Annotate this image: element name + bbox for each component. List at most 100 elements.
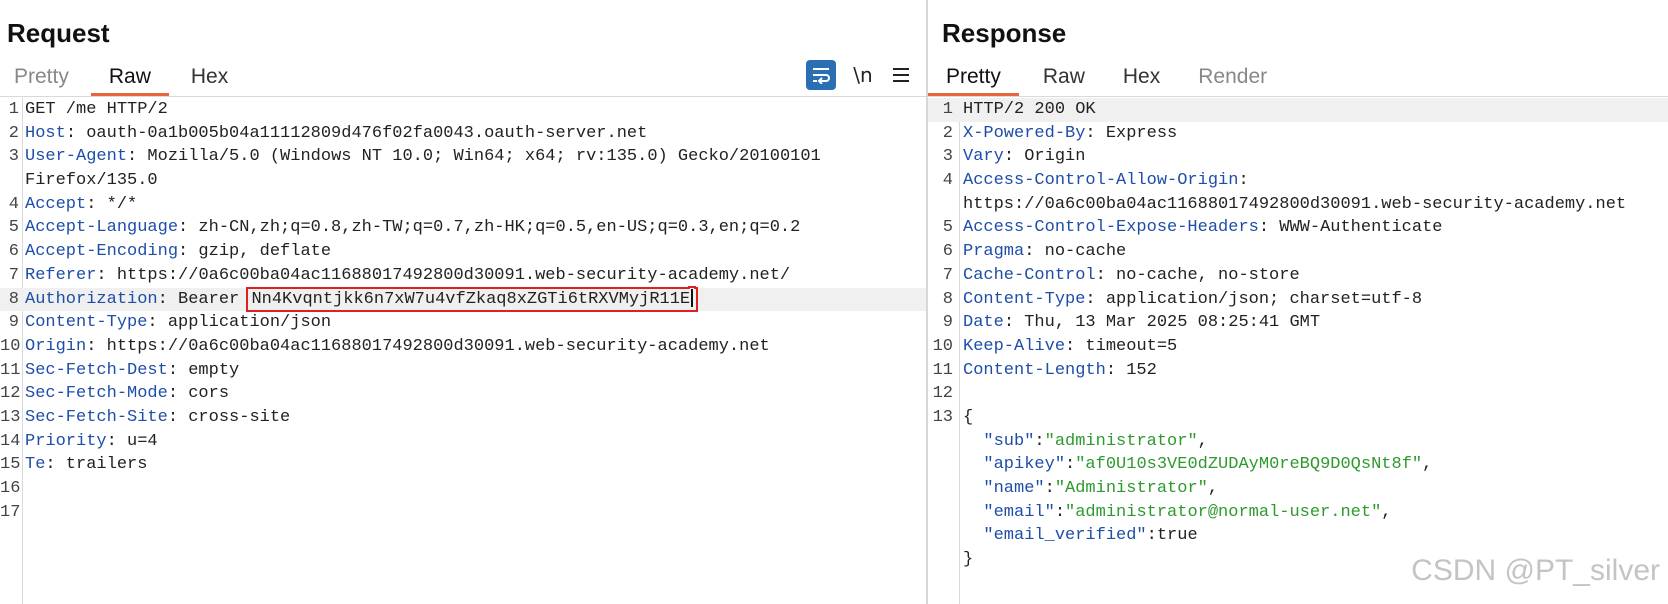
line-number: 6 [942, 242, 953, 262]
code-line: 15 Te: trailers [0, 453, 926, 477]
field-value: : zh-CN,zh;q=0.8,zh-TW;q=0.7,zh-HK;q=0.5… [178, 218, 801, 238]
field-name: "sub" [963, 431, 1035, 451]
field-value: { [963, 407, 974, 427]
line-number: 5 [8, 218, 19, 238]
line-number: 2 [942, 123, 953, 143]
show-newlines-button[interactable]: \n [850, 63, 876, 87]
field-value: : WWW-Authenticate [1258, 218, 1443, 238]
field-name: Te [25, 455, 46, 475]
field-name: "name" [963, 479, 1045, 498]
line-number: 16 [0, 479, 21, 498]
line-number: 4 [8, 194, 19, 214]
response-pane: Response Pretty Raw Hex Render 1 HTTP/2 200 … [928, 0, 1668, 604]
request-tabs-divider [0, 96, 926, 97]
tab-pretty[interactable]: Pretty [0, 64, 83, 94]
line-number: 1 [942, 100, 953, 119]
response-editor[interactable]: 1 HTTP/2 200 OK 2 X-Powered-By: Express 3 Var… [928, 98, 1668, 604]
line-number: 9 [8, 313, 19, 333]
code-line: 12 Sec-Fetch-Mode: cors [0, 382, 926, 406]
line-number: 7 [942, 265, 953, 285]
code-line: https://0a6c00ba04ac11688017492800d30091… [928, 193, 1668, 217]
line-content: Host: oauth-0a1b005b04a11112809d476f02fa… [25, 122, 647, 146]
word-wrap-icon[interactable] [806, 60, 836, 90]
tab-hex[interactable]: Hex [177, 64, 242, 94]
line-number: 12 [932, 384, 953, 404]
field-name: "email_verified" [963, 526, 1147, 546]
field-value: : */* [86, 194, 138, 214]
field-value: : [1238, 171, 1249, 191]
request-toolbar: \n [806, 60, 912, 90]
field-name: X-Powered-By [963, 123, 1086, 143]
line-content: Priority: u=4 [25, 430, 158, 454]
line-content: Referer: https://0a6c00ba04ac11688017492… [25, 264, 790, 288]
field-value: : application/json [147, 313, 332, 333]
field-value: GET /me HTTP/2 [25, 100, 168, 119]
field-value: : cors [167, 384, 230, 404]
text-cursor [691, 289, 694, 308]
code-line: 17 [0, 501, 926, 525]
field-name: Sec-Fetch-Site [25, 407, 168, 427]
field-value: HTTP/2 200 OK [963, 100, 1096, 119]
field-value: : [1044, 479, 1055, 498]
code-line: "sub":"administrator", [928, 430, 1668, 454]
line-content: "name":"Administrator", [963, 477, 1218, 501]
line-content: } [963, 548, 973, 572]
field-value: :true [1146, 526, 1198, 546]
code-line: 4 Accept: */* [0, 193, 926, 217]
field-value: : https://0a6c00ba04ac11688017492800d300… [86, 336, 770, 356]
tab-pretty[interactable]: Pretty [928, 64, 1019, 96]
field-name: User-Agent [25, 147, 128, 167]
request-tabs: Pretty Raw Hex [0, 64, 250, 96]
line-content: Content-Type: application/json [25, 311, 331, 335]
code-line: 9 Date: Thu, 13 Mar 2025 08:25:41 GMT [928, 311, 1668, 335]
field-value: : [1054, 502, 1066, 522]
field-value: : timeout=5 [1065, 336, 1178, 356]
field-value: : no-cache, no-store [1095, 265, 1300, 285]
code-line: 13 { [928, 406, 1668, 430]
request-editor[interactable]: 1 GET /me HTTP/2 2 Host: oauth-0a1b005b04a1… [0, 98, 926, 604]
field-name: "apikey" [963, 455, 1066, 475]
line-content: Vary: Origin [963, 145, 1085, 169]
field-name: Content-Type [25, 313, 148, 333]
line-content: Te: trailers [25, 453, 147, 477]
line-number: 14 [0, 431, 21, 451]
field-value: : [1034, 431, 1045, 451]
field-name: Cache-Control [963, 265, 1096, 285]
line-content: Cache-Control: no-cache, no-store [963, 264, 1300, 288]
line-content: Authorization: Bearer Nn4Kvqntjkk6n7xW7u… [25, 286, 699, 312]
field-name: Keep-Alive [963, 336, 1066, 356]
tab-hex[interactable]: Hex [1109, 64, 1174, 94]
field-value: : Bearer [157, 289, 250, 309]
field-name: Accept-Language [25, 218, 179, 238]
code-line: 7 Cache-Control: no-cache, no-store [928, 264, 1668, 288]
code-line: 11 Content-Length: 152 [928, 359, 1668, 383]
line-number: 4 [942, 171, 953, 191]
hamburger-menu-icon[interactable] [890, 60, 912, 90]
code-line: 14 Priority: u=4 [0, 430, 926, 454]
field-value: : 152 [1105, 360, 1157, 380]
code-line: 7 Referer: https://0a6c00ba04ac1168801749… [0, 264, 926, 288]
code-line: 8 Authorization: Bearer Nn4Kvqntjkk6n7xW7… [0, 286, 926, 312]
code-line: 16 [0, 477, 926, 501]
tab-raw[interactable]: Raw [1029, 64, 1099, 94]
code-line: Firefox/135.0 [0, 169, 926, 193]
line-content: Accept-Encoding: gzip, deflate [25, 240, 331, 264]
code-line: 11 Sec-Fetch-Dest: empty [0, 359, 926, 383]
line-content: https://0a6c00ba04ac11688017492800d30091… [963, 193, 1626, 217]
line-content: "apikey":"af0U10s3VE0dZUDAyM0reBQ9D0QsNt… [963, 453, 1432, 477]
tab-render[interactable]: Render [1184, 64, 1281, 94]
line-number: 3 [8, 147, 19, 167]
code-line: 5 Access-Control-Expose-Headers: WWW-Auth… [928, 216, 1668, 240]
response-lines: 1 HTTP/2 200 OK 2 X-Powered-By: Express 3 Var… [928, 98, 1668, 572]
field-name: Referer [25, 265, 97, 285]
line-number: 6 [8, 242, 19, 262]
code-line: 6 Accept-Encoding: gzip, deflate [0, 240, 926, 264]
tab-raw[interactable]: Raw [90, 64, 169, 96]
field-name: "email" [963, 502, 1055, 522]
field-value: "Administrator" [1054, 479, 1208, 498]
line-content: Firefox/135.0 [25, 169, 158, 193]
line-number: 7 [8, 265, 19, 285]
bearer-token-selection[interactable]: Nn4Kvqntjkk6n7xW7u4vfZkaq8xZGTi6tRXVMyjR… [246, 286, 699, 312]
line-content: Content-Type: application/json; charset=… [963, 288, 1422, 312]
line-number: 2 [8, 123, 19, 143]
